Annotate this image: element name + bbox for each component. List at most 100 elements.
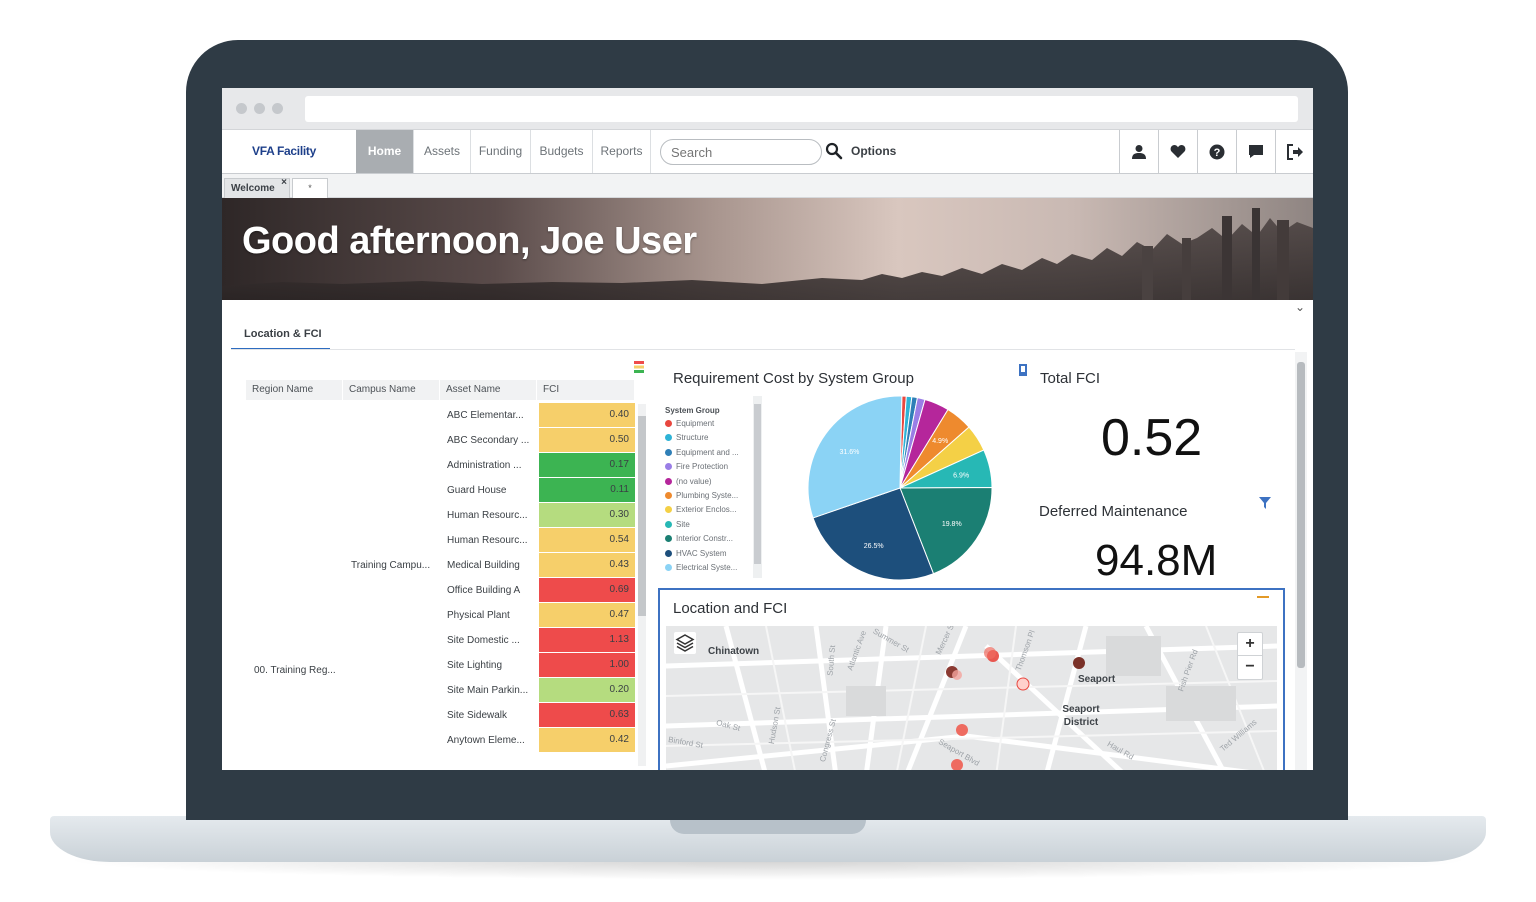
tab-welcome-label: Welcome [231, 183, 275, 194]
nav-tab-assets[interactable]: Assets [413, 130, 470, 173]
color-legend-icon[interactable] [634, 361, 644, 373]
col-header-campus[interactable]: Campus Name [343, 380, 440, 400]
fci-value-cell: 0.20 [539, 678, 635, 702]
legend-swatch [665, 506, 672, 514]
options-link[interactable]: Options [851, 144, 896, 158]
tab-location-fci[interactable]: Location & FCI [231, 318, 330, 350]
window-dot-minimize[interactable] [254, 103, 265, 114]
asset-name-cell[interactable]: Physical Plant [447, 610, 539, 621]
asset-name-cell[interactable]: Site Main Parkin... [447, 685, 539, 696]
filter-icon[interactable] [1259, 497, 1271, 509]
svg-text:?: ? [1214, 147, 1221, 159]
window-dot-close[interactable] [236, 103, 247, 114]
browser-bar [222, 88, 1313, 130]
zoom-controls: + − [1237, 632, 1263, 680]
zoom-in-button[interactable]: + [1238, 633, 1262, 656]
col-header-fci[interactable]: FCI [537, 380, 635, 400]
nav-tab-reports[interactable]: Reports [592, 130, 651, 173]
map-label-seaport-district: Seaport District [1062, 704, 1100, 728]
close-icon[interactable]: × [281, 177, 287, 188]
legend-label: Equipment and ... [676, 447, 739, 457]
asset-name-cell[interactable]: Human Resourc... [447, 510, 539, 521]
asset-name-cell[interactable]: Site Lighting [447, 660, 539, 671]
minimize-icon[interactable] [1257, 596, 1269, 598]
window-dot-maximize[interactable] [272, 103, 283, 114]
welcome-banner: Good afternoon, Joe User [222, 198, 1313, 300]
pie-slice-label: 4.9% [932, 438, 948, 445]
fci-value-cell: 0.30 [539, 503, 635, 527]
user-icon[interactable] [1119, 130, 1158, 173]
url-bar[interactable] [305, 96, 1298, 122]
legend-item[interactable]: (no value) [665, 475, 757, 489]
deferred-maintenance-label: Deferred Maintenance [1039, 503, 1188, 520]
asset-name-cell[interactable]: Medical Building [447, 560, 539, 571]
pie-slice-label: 31.6% [840, 449, 860, 456]
legend-scrollbar[interactable] [753, 396, 762, 578]
search-input[interactable] [660, 139, 822, 165]
fci-value-cell: 0.54 [539, 528, 635, 552]
search-icon[interactable] [825, 142, 843, 160]
legend-item[interactable]: HVAC System [665, 547, 757, 561]
nav-tab-home[interactable]: Home [356, 130, 413, 173]
logout-icon[interactable] [1275, 130, 1313, 173]
legend-item[interactable]: Exterior Enclos... [665, 503, 757, 517]
tab-welcome[interactable]: Welcome × [224, 177, 290, 198]
legend-item[interactable]: Interior Constr... [665, 532, 757, 546]
legend-item[interactable]: Fire Protection [665, 460, 757, 474]
total-fci-value: 0.52 [1101, 409, 1203, 467]
legend-swatch [665, 549, 672, 557]
legend-label: (no value) [676, 476, 712, 486]
col-header-region[interactable]: Region Name [246, 380, 343, 400]
asset-name-cell[interactable]: Office Building A [447, 585, 539, 596]
legend-item[interactable]: Structure [665, 431, 757, 445]
col-header-asset[interactable]: Asset Name [440, 380, 537, 400]
legend-swatch [665, 420, 672, 427]
legend-item[interactable]: Plumbing Syste... [665, 489, 757, 503]
asset-name-cell[interactable]: ABC Secondary ... [447, 435, 539, 446]
chat-icon[interactable] [1236, 130, 1275, 173]
asset-name-cell[interactable]: Administration ... [447, 460, 539, 471]
asset-name-cell[interactable]: ABC Elementar... [447, 410, 539, 421]
legend-swatch [665, 491, 672, 499]
map-area[interactable]: Chinatown Seaport Seaport District Summe… [666, 626, 1277, 770]
zoom-out-button[interactable]: − [1238, 656, 1262, 679]
asset-name-cell[interactable]: Human Resourc... [447, 535, 539, 546]
app-logo[interactable]: VFA Facility [252, 144, 316, 158]
campus-cell: Training Campu... [351, 560, 431, 571]
asset-name-cell[interactable]: Anytown Eleme... [447, 735, 539, 746]
chevron-down-icon[interactable]: ⌄ [1295, 300, 1305, 314]
legend-item[interactable]: Equipment [665, 417, 757, 431]
fci-value-cell: 0.40 [539, 403, 635, 427]
legend-item[interactable]: Electrical Syste... [665, 561, 757, 575]
fci-value-cell: 0.42 [539, 728, 635, 752]
table-scrollbar-thumb[interactable] [638, 416, 646, 616]
asset-name-cell[interactable]: Site Sidewalk [447, 710, 539, 721]
bookmark-icon[interactable] [1019, 364, 1027, 376]
legend-label: Interior Constr... [676, 534, 733, 544]
asset-name-cell[interactable]: Site Domestic ... [447, 635, 539, 646]
layers-icon[interactable] [674, 632, 696, 654]
asset-name-cell[interactable]: Guard House [447, 485, 539, 496]
region-cell: 00. Training Reg... [254, 665, 336, 676]
stage: VFA Facility Home Assets Funding Budgets… [0, 0, 1536, 902]
deferred-maintenance-value: 94.8M [1095, 536, 1218, 585]
fci-value-cell: 0.47 [539, 603, 635, 627]
legend-item[interactable]: Site [665, 518, 757, 532]
legend-label: Equipment [676, 419, 715, 428]
fci-value-cell: 0.63 [539, 703, 635, 727]
nav-tab-funding[interactable]: Funding [470, 130, 530, 173]
add-tab-button[interactable]: * [292, 178, 328, 198]
pie-chart[interactable]: 4.9% 6.9% 19.8% 26.5% 31.6% [800, 388, 1000, 588]
legend-scrollbar-thumb[interactable] [754, 404, 761, 564]
table-scrollbar[interactable] [638, 404, 646, 766]
page-scrollbar-thumb[interactable] [1297, 362, 1305, 668]
page-scrollbar[interactable] [1295, 352, 1307, 770]
map-label-chinatown: Chinatown [708, 646, 760, 657]
heart-icon[interactable] [1158, 130, 1197, 173]
help-icon[interactable]: ? [1197, 130, 1236, 173]
nav-tab-budgets[interactable]: Budgets [530, 130, 592, 173]
legend-item[interactable]: Equipment and ... [665, 446, 757, 460]
legend-label: Exterior Enclos... [676, 505, 737, 515]
workspace-tabstrip: Welcome × * [222, 174, 1313, 198]
legend-header: System Group [665, 406, 720, 415]
